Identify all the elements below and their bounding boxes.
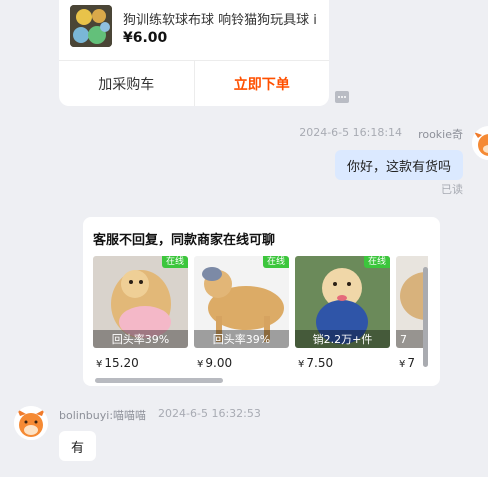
product-card[interactable]: 狗训练软球布球 响铃猫狗玩具球 i ¥6.00 加采购车 立即下单: [59, 0, 329, 106]
incoming-sender-name: bolinbuyi:喵喵喵: [59, 409, 147, 422]
product-price: ¥9.00: [197, 356, 233, 370]
product-image[interactable]: 在线 销2.2万+件: [295, 256, 390, 348]
product-title[interactable]: 狗训练软球布球 响铃猫狗玩具球 i: [123, 9, 319, 28]
buy-now-button[interactable]: 立即下单: [195, 61, 330, 106]
product-price: ¥15.20: [96, 356, 139, 370]
outgoing-message-bubble[interactable]: 你好，这款有货吗: [334, 150, 463, 180]
recommendation-item[interactable]: 在线 销2.2万+件 ¥7.50: [295, 256, 390, 376]
outgoing-timestamp: 2024-6-5 16:18:14: [299, 126, 403, 139]
incoming-timestamp: 2024-6-5 16:32:53: [158, 407, 261, 420]
product-actions: 加采购车 立即下单: [59, 60, 329, 106]
product-caption: 回头率39%: [194, 330, 289, 348]
online-badge: 在线: [161, 256, 188, 268]
vertical-scrollbar[interactable]: [423, 267, 428, 367]
recommendation-list: 在线 回头率39% ¥15.20 在线 回头率39% ¥9.00 在线 销2.2…: [93, 256, 428, 376]
online-badge: 在线: [363, 256, 390, 268]
recommendation-card: 客服不回复，同款商家在线可聊 在线 回头率39% ¥15.20 在线 回头率39…: [83, 217, 440, 386]
incoming-message-meta: bolinbuyi:喵喵喵 2024-6-5 16:32:53: [59, 407, 261, 423]
product-price: ¥7.50: [298, 356, 334, 370]
recommendation-item[interactable]: 在线 回头率39% ¥15.20: [93, 256, 188, 376]
product-caption: 回头率39%: [93, 330, 188, 348]
outgoing-message-meta: 2024-6-5 16:18:14 rookie奇: [299, 126, 463, 142]
more-options-icon[interactable]: [335, 91, 349, 103]
incoming-message-bubble[interactable]: 有: [59, 431, 97, 461]
online-badge: 在线: [262, 256, 289, 268]
seller-avatar[interactable]: [14, 406, 48, 440]
outgoing-sender-name: rookie奇: [418, 128, 463, 141]
add-to-cart-button[interactable]: 加采购车: [59, 61, 195, 106]
product-caption: 销2.2万+件: [295, 330, 390, 348]
product-price: ¥7: [399, 356, 416, 370]
product-image[interactable]: 在线 回头率39%: [194, 256, 289, 348]
user-avatar[interactable]: [472, 126, 488, 160]
recommendation-title: 客服不回复，同款商家在线可聊: [93, 233, 276, 248]
recommendation-item[interactable]: 在线 回头率39% ¥9.00: [194, 256, 289, 376]
horizontal-scrollbar[interactable]: [95, 378, 223, 383]
read-status: 已读: [441, 183, 463, 196]
product-image[interactable]: 在线 回头率39%: [93, 256, 188, 348]
product-price: ¥6.00: [123, 30, 168, 46]
product-thumbnail[interactable]: [70, 5, 112, 47]
